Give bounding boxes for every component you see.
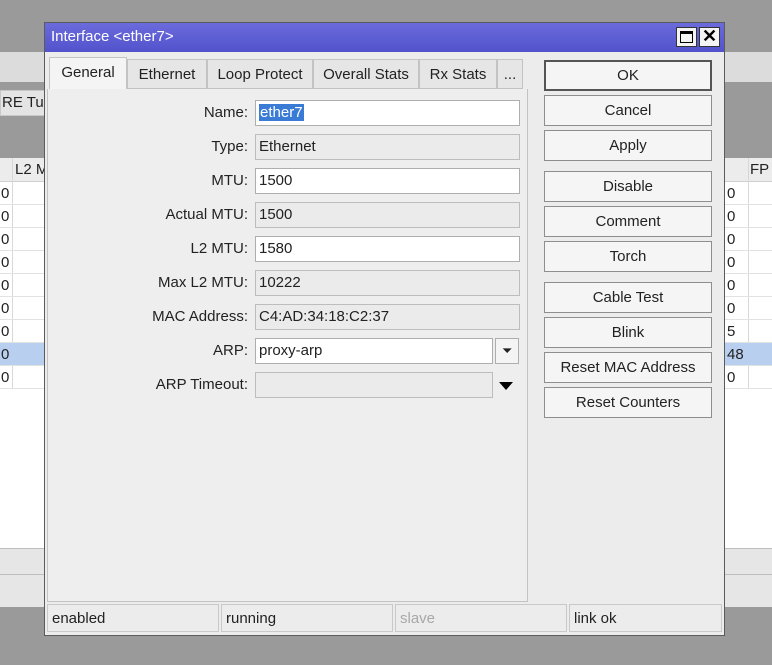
bg-cell-fp[interactable]: 0	[724, 297, 772, 320]
ok-button[interactable]: OK	[544, 60, 712, 91]
cable-test-button[interactable]: Cable Test	[544, 282, 712, 313]
bg-cell-fp[interactable]: 5	[724, 320, 772, 343]
tab-ethernet[interactable]: Ethernet	[127, 59, 207, 89]
bg-cell-l2mtu[interactable]: 0	[0, 228, 46, 251]
mtu-label: MTU:	[211, 172, 248, 189]
arp-timeout-label: ARP Timeout:	[155, 376, 248, 393]
status-enabled: enabled	[47, 604, 219, 632]
bg-cell-l2mtu[interactable]: 0	[0, 182, 46, 205]
bg-cell-fp[interactable]: 0	[724, 205, 772, 228]
mtu-field[interactable]: 1500	[255, 168, 520, 194]
arp-timeout-row: ARP Timeout:	[48, 372, 248, 398]
mac-address-row: MAC Address:	[48, 304, 248, 330]
arp-dropdown-button[interactable]: ⏷	[495, 338, 519, 364]
dropdown-arrow-icon: ⏷	[502, 343, 513, 358]
l2-mtu-field[interactable]: 1580	[255, 236, 520, 262]
reset-mac-address-button[interactable]: Reset MAC Address	[544, 352, 712, 383]
expand-arrow-icon[interactable]	[499, 382, 513, 390]
bg-column-header-l2mtu[interactable]: L2 M	[0, 158, 46, 182]
bg-cell-l2mtu[interactable]: 0	[0, 297, 46, 320]
bg-cell-fp[interactable]: 0	[724, 274, 772, 297]
bg-cell-l2mtu[interactable]: 0	[0, 343, 46, 366]
max-l2-mtu-field: 10222	[255, 270, 520, 296]
max-l2-mtu-row: Max L2 MTU:	[48, 270, 248, 296]
tab-overall-stats[interactable]: Overall Stats	[313, 59, 419, 89]
general-panel: Name: ether7 Type: Ethernet MTU: 1500 Ac…	[47, 89, 528, 602]
interface-dialog: Interface <ether7> ✕ General Ethernet Lo…	[44, 22, 725, 636]
bg-cell-l2mtu[interactable]: 0	[0, 320, 46, 343]
bg-toolbar-left	[0, 52, 46, 82]
comment-button[interactable]: Comment	[544, 206, 712, 237]
type-row: Type:	[48, 134, 248, 160]
apply-button[interactable]: Apply	[544, 130, 712, 161]
arp-timeout-field[interactable]	[255, 372, 493, 398]
close-button[interactable]: ✕	[699, 26, 720, 47]
bg-cell-fp[interactable]: 0	[724, 366, 772, 389]
l2-mtu-row: L2 MTU:	[48, 236, 248, 262]
arp-select[interactable]: proxy-arp	[255, 338, 493, 364]
maximize-button[interactable]	[676, 27, 697, 47]
status-running: running	[221, 604, 393, 632]
tab-loop-protect[interactable]: Loop Protect	[207, 59, 313, 89]
blink-button[interactable]: Blink	[544, 317, 712, 348]
bg-tab[interactable]: RE Tu	[0, 90, 46, 116]
tab-rx-stats[interactable]: Rx Stats	[419, 59, 497, 89]
disable-button[interactable]: Disable	[544, 171, 712, 202]
bg-cell-fp[interactable]: 0	[724, 182, 772, 205]
close-icon: ✕	[701, 26, 718, 46]
torch-button[interactable]: Torch	[544, 241, 712, 272]
reset-counters-button[interactable]: Reset Counters	[544, 387, 712, 418]
name-label: Name:	[203, 104, 248, 121]
actual-mtu-field: 1500	[255, 202, 520, 228]
max-l2-mtu-label: Max L2 MTU:	[157, 274, 248, 291]
actual-mtu-label: Actual MTU:	[165, 206, 248, 223]
bg-cell-l2mtu[interactable]: 0	[0, 251, 46, 274]
bg-toolbar-right	[724, 52, 772, 82]
bg-cell-fp[interactable]: 0	[724, 251, 772, 274]
dialog-titlebar[interactable]: Interface <ether7> ✕	[45, 23, 724, 52]
tab-general[interactable]: General	[49, 57, 127, 91]
name-field[interactable]: ether7	[255, 100, 520, 126]
bg-cell-fp[interactable]: 48	[724, 343, 772, 366]
status-link: link ok	[569, 604, 722, 632]
arp-row: ARP:	[48, 338, 248, 364]
arp-label: ARP:	[212, 342, 248, 359]
bg-cell-l2mtu[interactable]: 0	[0, 366, 46, 389]
type-label: Type:	[211, 138, 248, 155]
name-value: ether7	[259, 104, 304, 121]
bg-cell-l2mtu[interactable]: 0	[0, 274, 46, 297]
name-row: Name:	[48, 100, 248, 126]
dialog-title: Interface <ether7>	[51, 28, 174, 45]
mac-address-field: C4:AD:34:18:C2:37	[255, 304, 520, 330]
mtu-row: MTU:	[48, 168, 248, 194]
maximize-icon	[680, 31, 693, 43]
mac-address-label: MAC Address:	[152, 308, 248, 325]
bg-cell-fp[interactable]: 0	[724, 228, 772, 251]
tab-more[interactable]: ...	[497, 59, 523, 89]
bg-cell-l2mtu[interactable]: 0	[0, 205, 46, 228]
cancel-button[interactable]: Cancel	[544, 95, 712, 126]
l2-mtu-label: L2 MTU:	[190, 240, 248, 257]
status-slave: slave	[395, 604, 567, 632]
actual-mtu-row: Actual MTU:	[48, 202, 248, 228]
type-field: Ethernet	[255, 134, 520, 160]
